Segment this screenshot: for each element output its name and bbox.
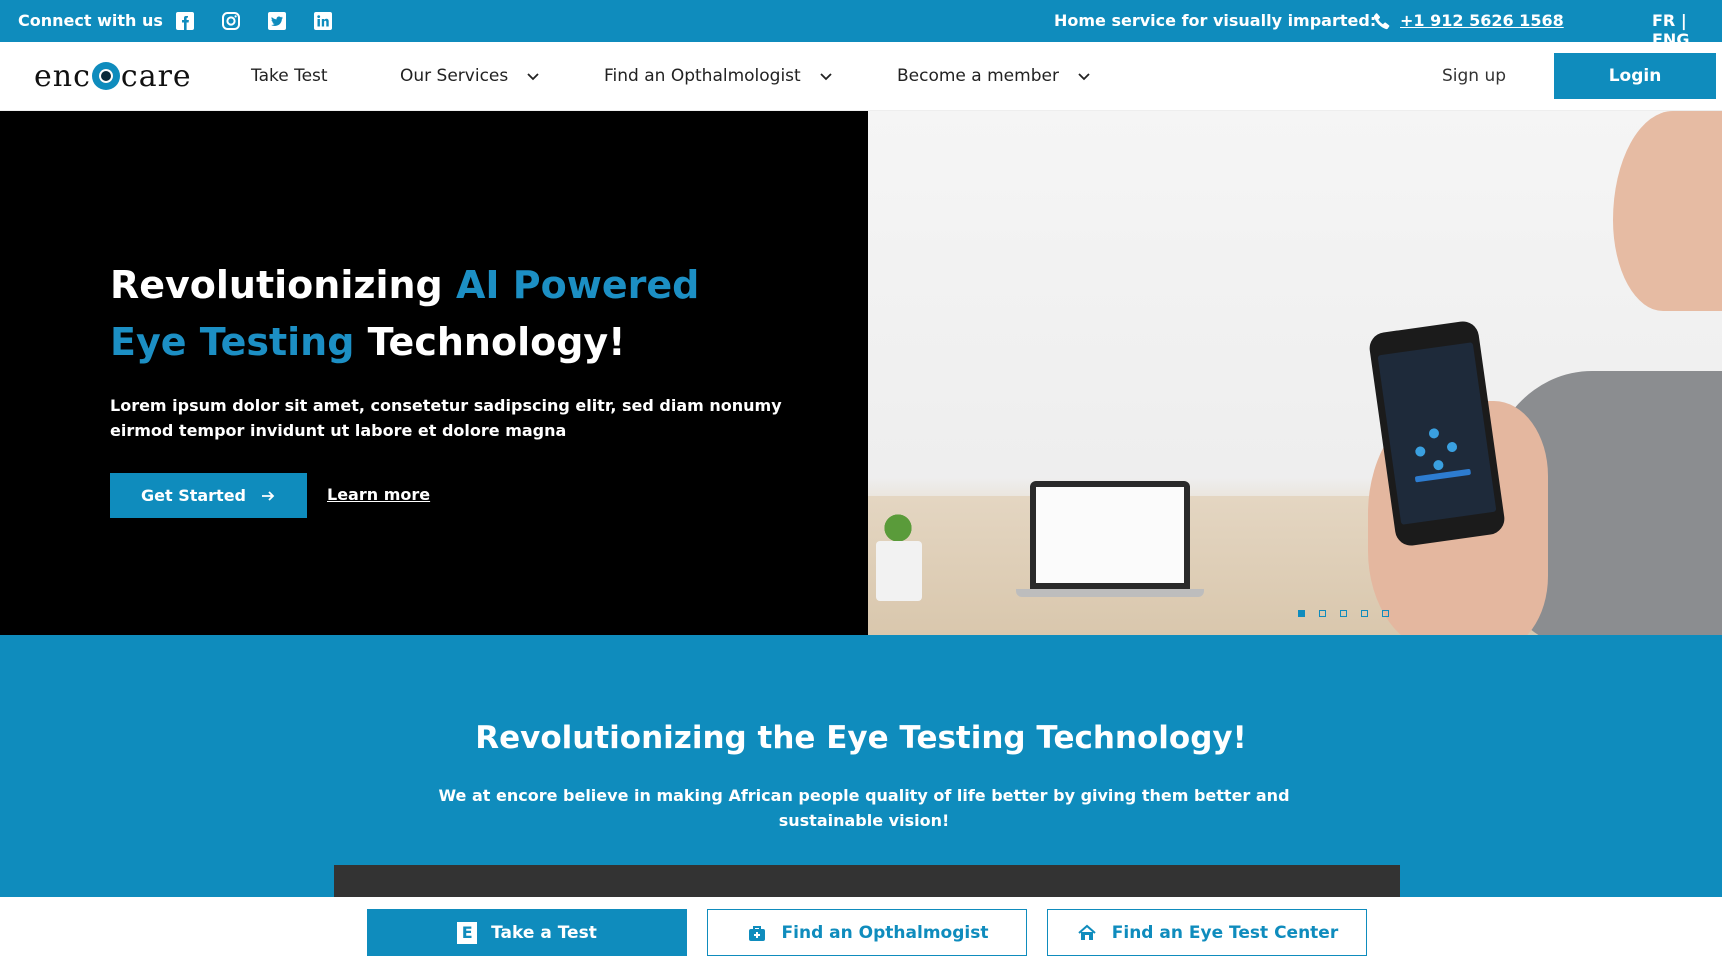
logo-text-prefix: enc [34, 58, 91, 94]
find-eye-test-center-label: Find an Eye Test Center [1111, 922, 1339, 943]
hero-title-accent1: AI Powered [456, 263, 700, 307]
login-button[interactable]: Login [1554, 53, 1716, 99]
logo[interactable]: enc care [34, 58, 192, 94]
get-started-button[interactable]: Get Started [110, 473, 307, 518]
chevron-down-icon [1078, 73, 1090, 81]
laptop-base [1016, 589, 1204, 597]
hero-panel: Revolutionizing AI Powered Eye Testing T… [0, 111, 868, 635]
top-bar: Connect with us Home service for visuall… [0, 0, 1722, 49]
nav-item-our-services[interactable]: Our Services [400, 66, 540, 86]
bottom-action-bar: E Take a Test Find an Opthalmogist Find … [0, 897, 1722, 968]
nav-item-label: Become a member [897, 66, 1059, 86]
home-service-label: Home service for visually imparted: [1054, 11, 1377, 30]
medical-kit-icon [746, 922, 768, 944]
hero-description: Lorem ipsum dolor sit amet, consetetur s… [110, 396, 782, 440]
laptop-illustration [1030, 481, 1190, 589]
hero-image [868, 111, 1722, 635]
find-ophthalmologist-button[interactable]: Find an Opthalmogist [707, 909, 1027, 956]
nav-item-find-ophthalmologist[interactable]: Find an Opthalmologist [604, 66, 833, 86]
hero-title-accent2: Eye Testing [110, 320, 355, 364]
logo-text-suffix: care [120, 58, 192, 94]
phone-icon [1372, 11, 1392, 31]
facebook-icon[interactable] [175, 11, 195, 31]
find-ophthalmologist-label: Find an Opthalmogist [781, 922, 989, 943]
arrow-right-icon [262, 490, 275, 501]
eye-chart-icon: E [457, 921, 478, 944]
nav-item-take-test[interactable]: Take Test [251, 66, 328, 86]
nav-item-label: Take Test [251, 66, 328, 86]
take-test-label: Take a Test [491, 922, 597, 943]
instagram-icon[interactable] [221, 11, 241, 31]
slide-dot[interactable] [1340, 610, 1347, 617]
signup-link[interactable]: Sign up [1442, 66, 1506, 86]
linkedin-icon[interactable] [313, 11, 333, 31]
hero-title-part1: Revolutionizing [110, 263, 456, 307]
raised-hand-illustration [1613, 111, 1722, 311]
slide-dot[interactable] [1361, 610, 1368, 617]
plant-illustration [868, 501, 924, 601]
nav-item-label: Find an Opthalmologist [604, 66, 801, 86]
slide-indicators [1298, 610, 1389, 617]
hero-title: Revolutionizing AI Powered Eye Testing T… [110, 257, 850, 371]
slide-dot[interactable] [1382, 610, 1389, 617]
twitter-icon[interactable] [267, 11, 287, 31]
connect-label: Connect with us [18, 11, 163, 30]
home-icon [1076, 922, 1098, 944]
slide-dot[interactable] [1298, 610, 1305, 617]
chevron-down-icon [527, 73, 539, 81]
mission-text: We at encore believe in making African p… [438, 786, 1290, 830]
phone-number-link[interactable]: +1 912 5626 1568 [1400, 11, 1564, 30]
nav-item-become-member[interactable]: Become a member [897, 66, 1091, 86]
main-navigation: enc care Take Test Our Services Find an O… [0, 42, 1722, 111]
take-test-button[interactable]: E Take a Test [367, 909, 687, 956]
find-eye-test-center-button[interactable]: Find an Eye Test Center [1047, 909, 1367, 956]
learn-more-link[interactable]: Learn more [327, 485, 430, 504]
mission-title: Revolutionizing the Eye Testing Technolo… [475, 720, 1247, 756]
slide-dot[interactable] [1319, 610, 1326, 617]
hero-title-part2: Technology! [354, 320, 626, 364]
get-started-label: Get Started [140, 486, 246, 505]
chevron-down-icon [820, 73, 832, 81]
eye-logo-icon [91, 62, 120, 90]
nav-item-label: Our Services [400, 66, 509, 86]
